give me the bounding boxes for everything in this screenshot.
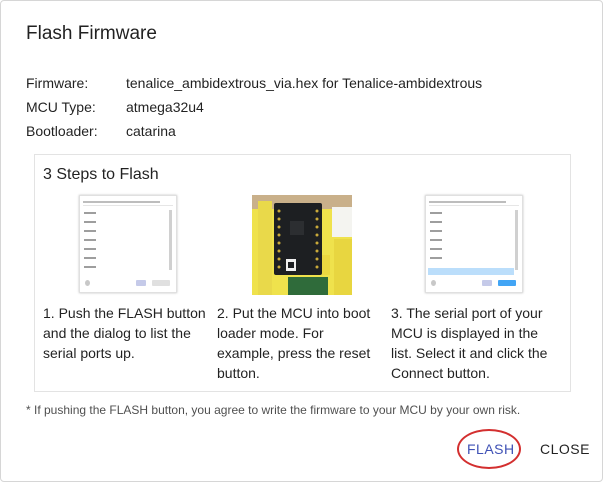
bootloader-value: catarina xyxy=(126,123,176,139)
flash-firmware-dialog: Flash Firmware Firmware: tenalice_ambide… xyxy=(0,0,603,482)
step2-text: 2. Put the MCU into boot loader mode. Fo… xyxy=(217,305,371,381)
bootloader-label: Bootloader: xyxy=(26,123,98,139)
step3-screenshot-image xyxy=(425,195,523,293)
step3-text: 3. The serial port of your MCU is displa… xyxy=(391,305,548,381)
close-button[interactable]: CLOSE xyxy=(540,441,590,457)
step1-text: 1. Push the FLASH button and the dialog … xyxy=(43,305,206,361)
mcu-type-label: MCU Type: xyxy=(26,99,96,115)
firmware-value: tenalice_ambidextrous_via.hex for Tenali… xyxy=(126,75,483,91)
risk-note: * If pushing the FLASH button, you agree… xyxy=(26,403,521,417)
mcu-type-value: atmega32u4 xyxy=(126,99,204,115)
flash-button[interactable]: FLASH xyxy=(467,441,515,457)
step1-screenshot-image xyxy=(79,195,177,293)
mcu-board-image xyxy=(252,195,352,295)
steps-panel: 3 Steps to Flash 1. Push the FLASH butto… xyxy=(34,154,571,392)
steps-title: 3 Steps to Flash xyxy=(43,166,159,183)
dialog-title: Flash Firmware xyxy=(26,23,157,44)
firmware-label: Firmware: xyxy=(26,75,89,91)
step2-mcu-photo xyxy=(252,195,352,295)
